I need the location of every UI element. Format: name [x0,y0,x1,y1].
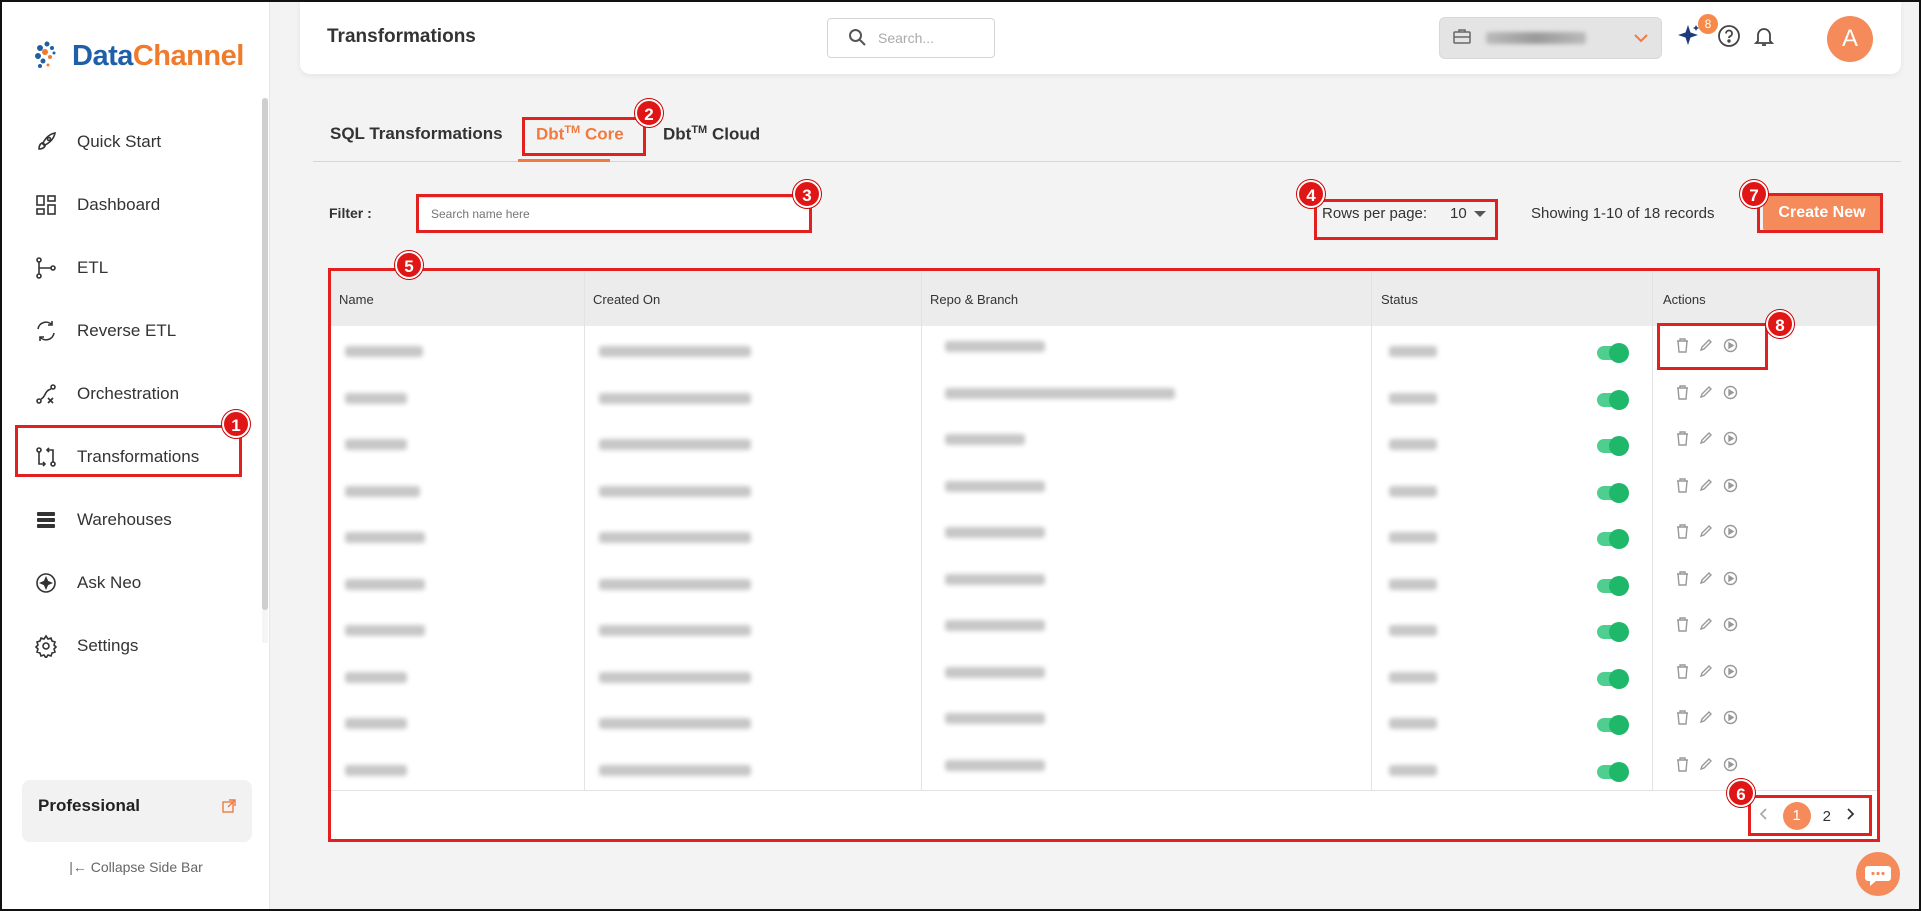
sidebar-item-label: Settings [77,635,139,655]
gear-icon [32,632,60,660]
collapse-icon: |← [69,859,91,875]
records-count: Showing 1-10 of 18 records [1531,205,1715,222]
search-icon [848,28,866,49]
sidebar-item-etl[interactable]: ETL [2,236,270,299]
annotation-marker-1: 1 [222,410,250,438]
annotation-box-6 [1748,795,1872,836]
top-header: Transformations Search... 8 A [300,0,1901,74]
annotation-marker-4: 4 [1297,180,1325,208]
sidebar-item-label: Reverse ETL [77,320,177,340]
logo-text-data: Data [72,39,133,72]
global-search-input[interactable]: Search... [827,18,995,58]
collapse-label: Collapse Side Bar [90,859,203,875]
external-link-icon[interactable] [222,798,236,818]
notification-count-badge: 8 [1698,14,1718,34]
tab-dbt-cloud-label: Dbt [663,124,692,144]
datachannel-logo[interactable]: DataChannel [30,36,244,76]
annotation-box-5 [328,268,1880,842]
chevron-down-icon [1631,28,1651,53]
sidebar-nav: Quick Start Dashboard ETL Reverse ETL Or… [2,110,270,677]
plan-card[interactable]: Professional [22,780,252,842]
sidebar-item-label: ETL [77,257,109,277]
organization-select[interactable] [1439,17,1662,59]
chat-bubble-icon [1865,866,1891,886]
sidebar-item-label: Orchestration [77,383,180,403]
annotation-box-3 [416,194,812,233]
sparkle-icon [32,569,60,597]
annotation-marker-2: 2 [635,99,663,127]
orchestration-icon [32,380,60,408]
search-placeholder: Search... [878,30,935,46]
etl-flow-icon [32,254,60,282]
sidebar-item-settings[interactable]: Settings [2,614,270,677]
dashboard-grid-icon [32,191,60,219]
annotation-marker-8: 8 [1766,310,1794,338]
sidebar-item-quick-start[interactable]: Quick Start [2,110,270,173]
sidebar-item-reverse-etl[interactable]: Reverse ETL [2,299,270,362]
tab-dbt-cloud-tm: TM [691,124,708,136]
sidebar-item-dashboard[interactable]: Dashboard [2,173,270,236]
chat-support-button[interactable] [1856,852,1900,896]
annotation-box-8 [1657,323,1768,370]
annotation-marker-6: 6 [1727,779,1755,807]
bell-icon[interactable] [1752,24,1776,53]
annotation-box-1 [15,425,242,477]
tab-dbt-cloud-suffix: Cloud [707,124,761,144]
annotation-marker-7: 7 [1740,180,1768,208]
logo-text-channel: Channel [132,39,244,72]
ai-sparkle-icon[interactable] [1675,22,1701,53]
filter-label: Filter : [329,205,372,221]
sidebar-item-ask-neo[interactable]: Ask Neo [2,551,270,614]
logo-text: DataChannel [72,40,244,73]
sidebar-item-label: Ask Neo [77,572,142,592]
warehouses-icon [32,506,60,534]
tab-dbt-cloud[interactable]: DbtTM Cloud [663,124,760,145]
rocket-icon [32,128,60,156]
page-title: Transformations [327,26,476,47]
help-icon[interactable] [1717,24,1741,53]
collapse-sidebar-button[interactable]: |← Collapse Side Bar [2,859,270,875]
annotation-box-4 [1314,199,1498,240]
plan-label: Professional [38,796,141,815]
sidebar-item-label: Quick Start [77,131,162,151]
reverse-etl-icon [32,317,60,345]
annotation-marker-5: 5 [395,251,423,279]
annotation-box-7 [1757,193,1883,233]
sidebar-item-label: Warehouses [77,509,172,529]
active-tab-indicator [518,159,610,162]
organization-name-redacted [1486,32,1586,44]
tab-sql-transformations[interactable]: SQL Transformations [330,124,503,144]
user-avatar[interactable]: A [1827,16,1873,62]
logo-mark-icon [30,36,70,76]
sidebar-scrollbar[interactable] [262,98,268,610]
annotation-marker-3: 3 [793,180,821,208]
annotation-box-2 [522,117,646,156]
sidebar-item-label: Dashboard [77,194,161,214]
sidebar-item-warehouses[interactable]: Warehouses [2,488,270,551]
briefcase-icon [1452,26,1472,51]
